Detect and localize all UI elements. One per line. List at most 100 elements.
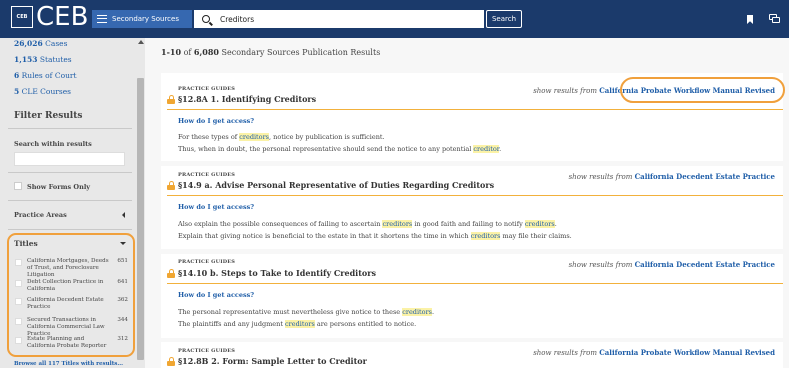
result-source-link[interactable]: California Decedent Estate Practice [635,172,775,181]
ceb-logo[interactable]: CEB CEB [11,2,89,32]
search-input[interactable] [220,14,460,24]
title-checkbox[interactable] [15,280,22,287]
show-forms-only-label: Show Forms Only [27,183,91,191]
rules-label: Rules of Court [21,71,77,80]
sidebar-scroll-thumb[interactable] [137,78,144,360]
search-icon [202,15,210,23]
lock-icon [167,181,175,190]
title-count: 641 [117,279,128,285]
snippet-highlight: creditor [473,145,500,153]
snippet-highlight: creditors [239,133,270,141]
search-button[interactable]: Search [486,10,522,28]
result-source-link[interactable]: California Decedent Estate Practice [635,260,775,269]
snippet-text: , notice by publication is sufficient. [269,133,385,141]
titles-toggle[interactable]: Titles [14,239,38,248]
title-name[interactable]: California Mortgages, Deeds of Trust, an… [27,258,109,279]
result-title[interactable]: §14.9 a. Advise Personal Representative … [178,180,494,190]
title-count: 651 [117,258,128,264]
result-divider [167,283,783,284]
sidebar-link-cases[interactable]: 26,026 Cases [14,39,67,48]
show-forms-only-checkbox[interactable] [14,182,22,190]
snippet-text: . [554,220,557,228]
snippet-text: Explain that giving notice is beneficial… [178,232,471,240]
hamburger-icon [97,15,107,23]
lock-body [167,361,175,366]
result-snippet: Explain that giving notice is beneficial… [178,232,572,240]
logo-mark-text: CEB [16,14,28,20]
scroll-up-arrow-icon[interactable] [138,40,144,44]
snippet-text: may file their claims. [500,232,572,240]
lock-body [167,273,175,278]
result-snippet: The plaintiffs and any judgment creditor… [178,320,416,328]
logo-text: CEB [36,2,89,32]
title-checkbox[interactable] [15,337,22,344]
cle-label: CLE Courses [21,87,71,96]
result-snippet: For these types of creditors, notice by … [178,133,385,141]
access-link[interactable]: How do I get access? [178,203,254,211]
bookmark-icon[interactable] [747,15,753,24]
snippet-text: in good faith and failing to notify [412,220,525,228]
secondary-sources-menu-button[interactable]: Secondary Sources [92,10,192,28]
show-from-label: show results from [533,87,597,95]
sidebar-link-statutes[interactable]: 1,153 Statutes [14,55,72,64]
title-name[interactable]: Debt Collection Practice in California [27,279,109,293]
source-highlight-callout [620,77,785,103]
result-source-link[interactable]: California Probate Workflow Manual Revis… [599,348,775,357]
snippet-text: Thus, when in doubt, the personal repres… [178,145,474,153]
snippet-text: The plaintiffs and any judgment [178,320,286,328]
result-type: PRACTICE GUIDES [178,172,236,178]
cases-count: 26,026 [14,39,43,48]
access-link[interactable]: How do I get access? [178,117,254,125]
snippet-text: Also explain the possible consequences o… [178,220,383,228]
summary-of: of [183,48,192,57]
divider [8,172,132,173]
caret-down-icon[interactable] [120,242,126,245]
result-title[interactable]: §12.8B 2. Form: Sample Letter to Credito… [178,356,367,366]
divider [8,200,132,201]
summary-rest: Secondary Sources Publication Results [221,48,381,57]
snippet-text: The personal representative must neverth… [178,308,403,316]
snippet-highlight: creditors [285,320,315,328]
statutes-label: Statutes [39,55,72,64]
caret-left-icon[interactable] [122,212,125,218]
sidebar-link-cle-courses[interactable]: 5 CLE Courses [14,87,71,96]
result-divider [167,109,783,110]
snippet-text: . [432,308,435,316]
divider [8,229,132,230]
access-link[interactable]: How do I get access? [178,291,254,299]
result-source: show results from California Decedent Es… [569,260,775,269]
result-title[interactable]: §14.10 b. Steps to Take to Identify Cred… [178,268,376,278]
summary-range: 1-10 [161,47,182,57]
results-summary: 1-10 of 6,080 Secondary Sources Publicat… [161,47,380,57]
lock-icon [167,95,175,104]
statutes-count: 1,153 [14,55,38,64]
title-checkbox[interactable] [15,298,22,305]
snippet-highlight: creditors [470,232,501,240]
title-name[interactable]: Estate Planning and California Probate R… [27,336,109,350]
browse-all-titles-link[interactable]: Browse all 117 Titles with results... [14,361,123,367]
practice-areas-toggle[interactable]: Practice Areas [14,211,67,219]
result-type: PRACTICE GUIDES [178,86,236,92]
result-card: PRACTICE GUIDES §14.10 b. Steps to Take … [161,254,783,338]
title-checkbox[interactable] [15,318,22,325]
sidebar-link-rules-of-court[interactable]: 6 Rules of Court [14,71,77,80]
result-source: show results from California Decedent Es… [569,172,775,181]
search-within-label: Search within results [14,140,92,148]
chat-icon[interactable] [769,14,780,24]
menu-label: Secondary Sources [112,15,179,23]
title-name[interactable]: Secured Transactions in California Comme… [27,317,109,338]
lock-icon [167,357,175,366]
snippet-highlight: creditors [524,220,555,228]
result-type: PRACTICE GUIDES [178,259,236,265]
snippet-text: For these types of [178,133,240,141]
search-within-input[interactable] [14,152,125,166]
lock-icon [167,269,175,278]
result-snippet: Also explain the possible consequences o… [178,220,557,228]
show-from-label: show results from [568,261,633,269]
result-source: show results from California Probate Wor… [533,348,775,357]
result-title[interactable]: §12.8A 1. Identifying Creditors [178,94,316,104]
cle-count: 5 [14,87,20,96]
search-box[interactable] [194,10,484,28]
title-name[interactable]: California Decedent Estate Practice [27,297,109,311]
title-checkbox[interactable] [15,259,22,266]
